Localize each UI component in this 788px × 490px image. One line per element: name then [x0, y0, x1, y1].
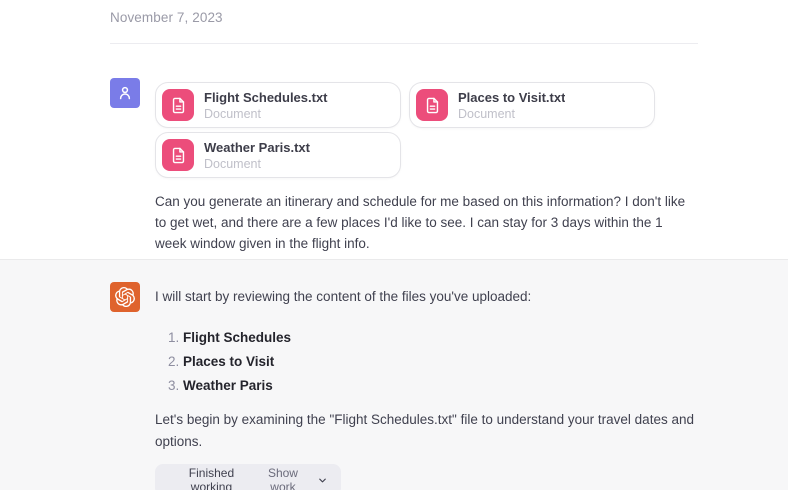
person-icon [116, 84, 134, 102]
attachment-type-label: Document [204, 157, 310, 171]
user-message: Flight Schedules.txt Document Places to … [0, 78, 788, 254]
assistant-paragraph-text: Let's begin by examining the "Flight Sch… [155, 409, 695, 453]
work-status-label: Finished working [168, 466, 255, 490]
attachment-title: Flight Schedules.txt [204, 90, 328, 105]
attachment-title: Places to Visit.txt [458, 90, 565, 105]
openai-logo-icon [115, 287, 135, 307]
attachment-cards: Flight Schedules.txt Document Places to … [155, 82, 698, 178]
user-avatar [110, 78, 140, 108]
file-list-item: Places to Visit [183, 354, 698, 369]
assistant-turn-background: I will start by reviewing the content of… [0, 259, 788, 490]
attachment-card-places-to-visit[interactable]: Places to Visit.txt Document [409, 82, 655, 128]
user-message-content: Flight Schedules.txt Document Places to … [155, 78, 698, 254]
file-list: Flight Schedules Places to Visit Weather… [155, 330, 698, 393]
chevron-down-icon [317, 475, 328, 486]
document-icon [162, 89, 194, 121]
show-work-label: Show work [255, 466, 311, 490]
assistant-message: I will start by reviewing the content of… [0, 282, 788, 490]
show-work-bar[interactable]: Finished working Show work [155, 464, 341, 490]
attachment-type-label: Document [204, 107, 328, 121]
date-divider [110, 43, 698, 44]
conversation-date: November 7, 2023 [110, 10, 698, 25]
attachment-type-label: Document [458, 107, 565, 121]
file-list-item: Flight Schedules [183, 330, 698, 345]
assistant-message-content: I will start by reviewing the content of… [155, 282, 698, 490]
assistant-intro-text: I will start by reviewing the content of… [155, 282, 698, 308]
attachment-card-flight-schedules[interactable]: Flight Schedules.txt Document [155, 82, 401, 128]
attachment-title: Weather Paris.txt [204, 140, 310, 155]
file-list-item: Weather Paris [183, 378, 698, 393]
show-work-toggle[interactable]: Show work [255, 466, 328, 490]
assistant-avatar [110, 282, 140, 312]
document-icon [162, 139, 194, 171]
user-message-text: Can you generate an itinerary and schedu… [155, 191, 695, 254]
attachment-card-weather-paris[interactable]: Weather Paris.txt Document [155, 132, 401, 178]
document-icon [416, 89, 448, 121]
